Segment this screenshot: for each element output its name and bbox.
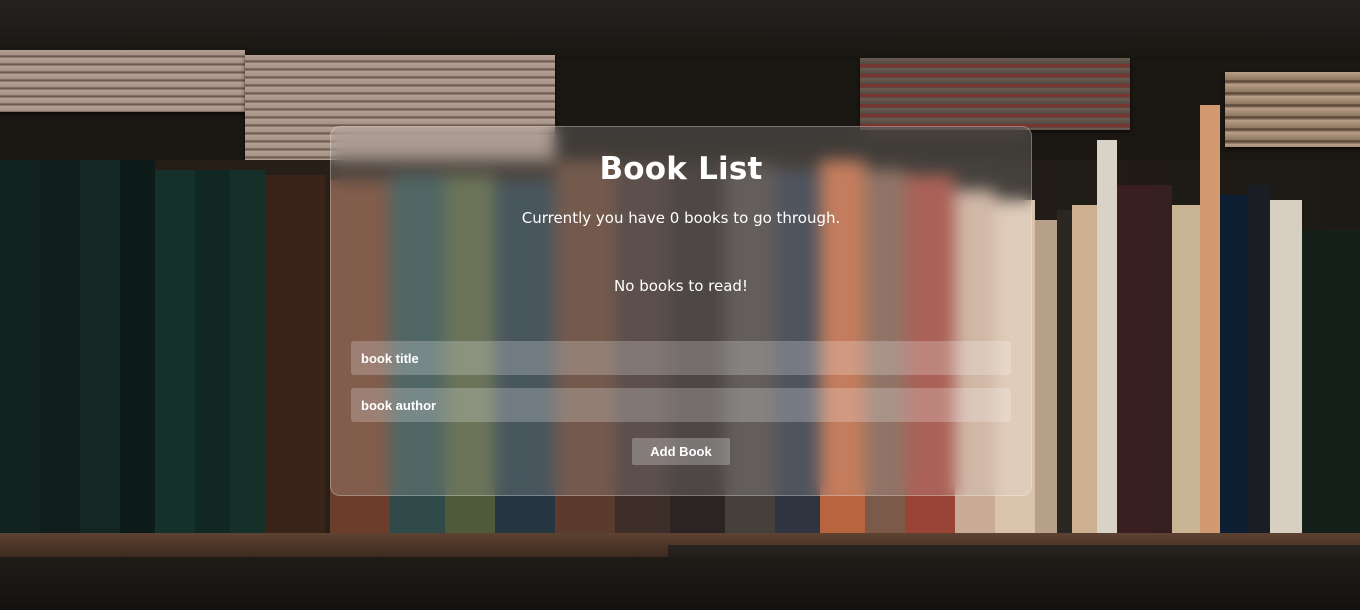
book-stack-right: [860, 58, 1130, 130]
shelf-bottom: [0, 557, 1360, 610]
book-spine: [1200, 105, 1220, 540]
book-spine: [120, 160, 155, 540]
page-title: Book List: [599, 151, 763, 187]
book-spine: [1302, 230, 1360, 540]
book-stack-far-right: [1225, 72, 1360, 147]
book-spine: [1117, 185, 1152, 540]
book-spine: [1220, 195, 1248, 540]
book-title-input[interactable]: [351, 341, 1011, 375]
book-count-text: Currently you have 0 books to go through…: [521, 209, 841, 227]
book-spine: [265, 175, 325, 540]
add-book-button[interactable]: Add Book: [632, 438, 730, 465]
book-spine: [1152, 185, 1172, 540]
book-spine: [0, 160, 40, 540]
book-spine: [40, 160, 80, 540]
book-author-input[interactable]: [351, 388, 1011, 422]
book-spine: [1097, 140, 1117, 540]
book-spine: [80, 160, 120, 540]
book-spine: [155, 170, 195, 540]
book-spine: [1172, 205, 1200, 540]
book-spine: [1270, 200, 1302, 540]
book-spine: [195, 170, 230, 540]
book-spine: [230, 170, 265, 540]
book-spine: [1035, 220, 1057, 540]
book-spine: [1072, 205, 1097, 540]
book-spine: [1248, 185, 1270, 540]
book-spine: [1057, 210, 1072, 540]
book-list-card: Book List Currently you have 0 books to …: [330, 126, 1032, 496]
book-stack-left: [0, 50, 245, 112]
empty-list-message: No books to read!: [614, 277, 748, 295]
